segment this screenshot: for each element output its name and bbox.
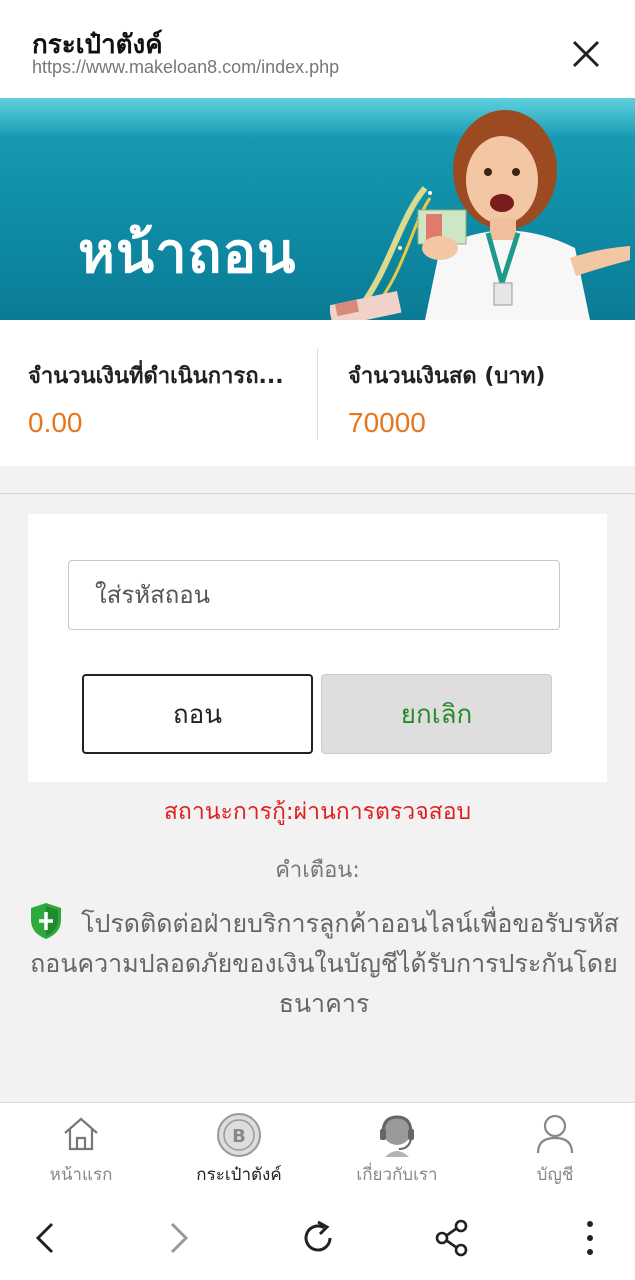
tab-about-label: เกี่ยวกับเรา [356,1165,438,1185]
tab-home-label: หน้าแรก [49,1165,113,1185]
baht-coin-icon: B [217,1113,261,1157]
tab-account-label: บัญชี [536,1165,574,1185]
support-agent-icon [380,1115,414,1157]
user-icon [536,1114,574,1154]
processing-amount: จำนวนเงินที่ดำเนินการถ... 0.00 [28,358,313,439]
withdraw-button[interactable]: ถอน [82,674,313,754]
share-icon[interactable] [430,1216,474,1260]
banner-title: หน้าถอน [78,221,297,286]
tab-account[interactable]: บัญชี [476,1103,634,1195]
bottom-tab-bar: หน้าแรก B กระเป๋าตังค์ เกี่ยวกับเรา บัญช… [0,1102,635,1194]
home-icon [64,1117,98,1151]
amount-summary: จำนวนเงินที่ดำเนินการถ... 0.00 จำนวนเงิน… [0,320,635,466]
cash-amount-value: 70000 [348,407,426,438]
tab-home[interactable]: หน้าแรก [2,1103,160,1195]
cash-amount-label: จำนวนเงินสด (บาท) [348,364,546,389]
tab-wallet-label: กระเป๋าตังค์ [196,1165,282,1185]
browser-top-bar: กระเป๋าตังค์ https://www.makeloan8.com/i… [0,0,635,98]
browser-nav-bar [0,1194,635,1280]
svg-text:B: B [232,1126,246,1147]
more-menu-icon[interactable] [568,1216,612,1260]
banner-person-image [330,110,630,320]
withdraw-banner: หน้าถอน [0,98,635,320]
withdraw-code-input[interactable] [68,560,560,630]
amount-divider [317,348,318,440]
forward-icon[interactable] [156,1216,200,1260]
cancel-button[interactable]: ยกเลิก [321,674,552,754]
shield-icon [31,903,62,939]
loan-status: สถานะการกู้:ผ่านการตรวจสอบ [163,799,472,825]
tab-wallet[interactable]: B กระเป๋าตังค์ [160,1103,318,1195]
processing-amount-label: จำนวนเงินที่ดำเนินการถ... [28,364,284,389]
close-icon[interactable] [566,34,606,74]
refresh-icon[interactable] [296,1216,340,1260]
section-divider [0,493,635,494]
warning-title: คำเตือน: [275,858,360,883]
page-url: https://www.makeloan8.com/index.php [32,57,340,77]
cash-amount: จำนวนเงินสด (บาท) 70000 [348,358,608,439]
warning-text: โปรดติดต่อฝ่ายบริการลูกค้าออนไลน์เพื่อขอ… [30,909,619,1018]
processing-amount-value: 0.00 [28,407,83,438]
tab-about[interactable]: เกี่ยวกับเรา [318,1103,476,1195]
back-icon[interactable] [24,1216,68,1260]
warning-message: โปรดติดต่อฝ่ายบริการลูกค้าออนไลน์เพื่อขอ… [14,902,634,1024]
withdraw-form: ถอน ยกเลิก [28,514,607,782]
